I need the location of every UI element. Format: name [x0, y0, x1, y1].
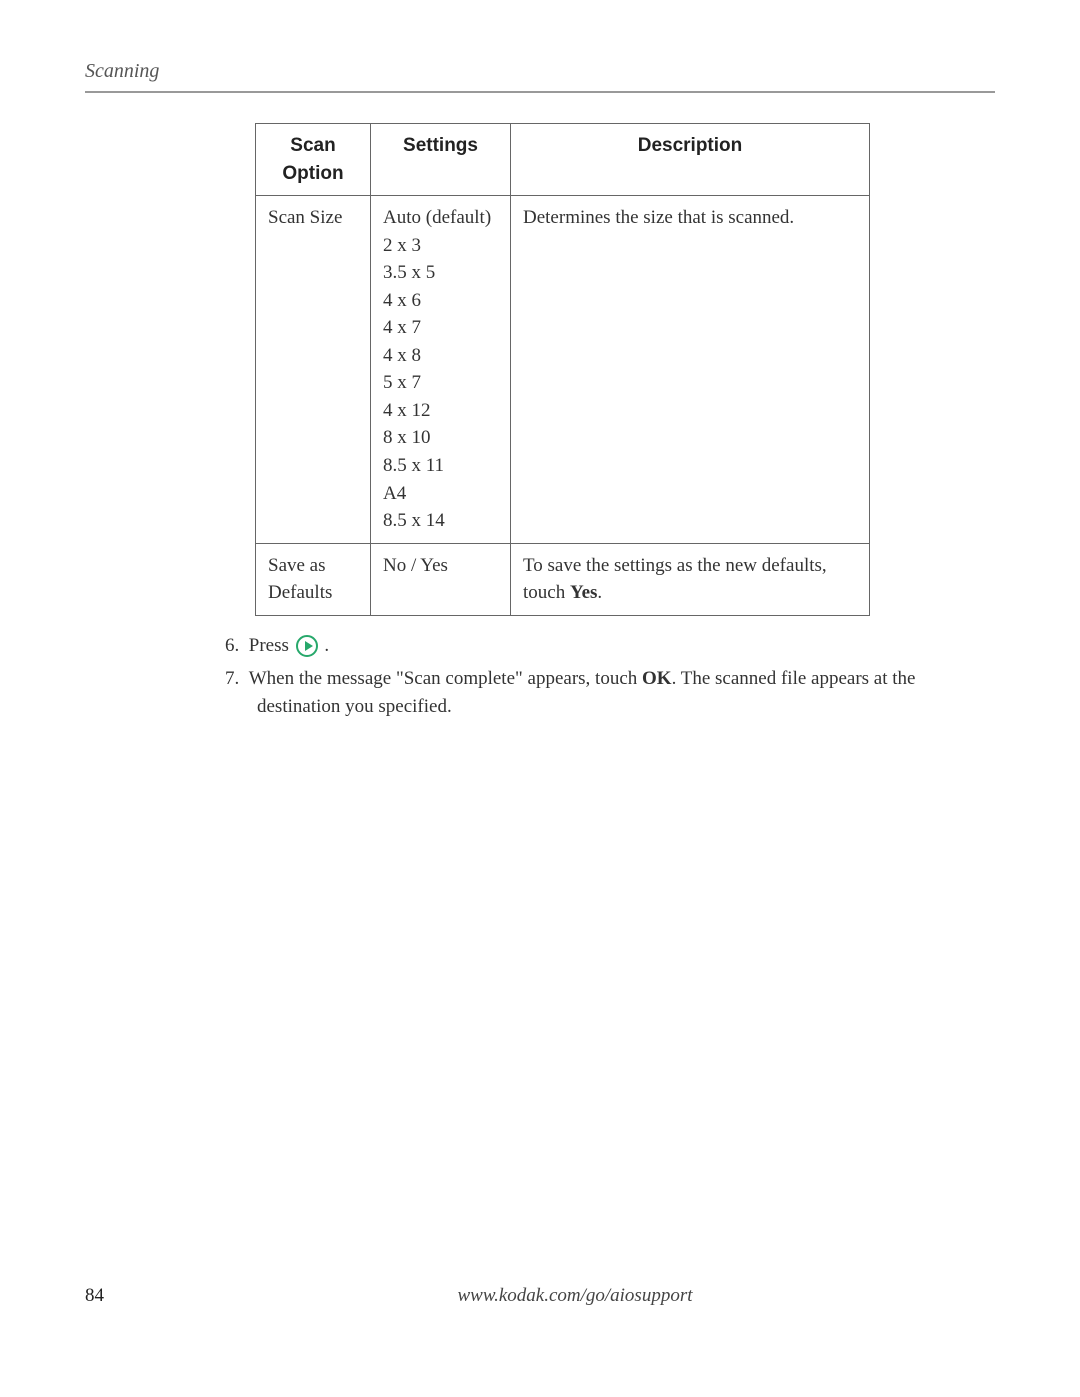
cell-option: Save as Defaults: [256, 543, 371, 615]
scan-options-table: Scan Option Settings Description Scan Si…: [255, 123, 870, 616]
setting-value: A4: [383, 480, 498, 508]
step-text: Press: [249, 635, 294, 656]
cell-settings: Auto (default) 2 x 3 3.5 x 5 4 x 6 4 x 7…: [371, 196, 511, 544]
page-number: 84: [85, 1285, 155, 1307]
setting-value: 3.5 x 5: [383, 259, 498, 287]
step-6: 6. Press .: [225, 632, 995, 660]
cell-description: Determines the size that is scanned.: [511, 196, 870, 544]
th-scan-option: Scan Option: [256, 124, 371, 196]
step-number: 7.: [225, 668, 239, 689]
setting-value: Auto (default): [383, 204, 498, 232]
page-footer: 84 www.kodak.com/go/aiosupport: [0, 1285, 1080, 1307]
step-text: .: [320, 635, 330, 656]
setting-value: 4 x 7: [383, 314, 498, 342]
desc-bold: Yes: [570, 582, 597, 603]
cell-option: Scan Size: [256, 196, 371, 544]
setting-value: 2 x 3: [383, 232, 498, 260]
setting-value: 8.5 x 14: [383, 507, 498, 535]
setting-value: 4 x 8: [383, 342, 498, 370]
setting-value: 8 x 10: [383, 424, 498, 452]
cell-settings: No / Yes: [371, 543, 511, 615]
setting-value: 4 x 12: [383, 397, 498, 425]
th-settings: Settings: [371, 124, 511, 196]
play-button-icon: [296, 635, 318, 657]
step-bold: OK: [642, 668, 672, 689]
step-text: When the message "Scan complete" appears…: [249, 668, 642, 689]
section-title: Scanning: [85, 60, 995, 93]
step-number: 6.: [225, 635, 239, 656]
setting-value: No / Yes: [383, 552, 498, 580]
cell-description: To save the settings as the new defaults…: [511, 543, 870, 615]
table-row: Save as Defaults No / Yes To save the se…: [256, 543, 870, 615]
th-description: Description: [511, 124, 870, 196]
setting-value: 4 x 6: [383, 287, 498, 315]
desc-text: To save the settings as the new defaults…: [523, 555, 827, 604]
desc-text: .: [597, 582, 602, 603]
setting-value: 8.5 x 11: [383, 452, 498, 480]
footer-url: www.kodak.com/go/aiosupport: [155, 1285, 995, 1307]
setting-value: 5 x 7: [383, 369, 498, 397]
step-7: 7. When the message "Scan complete" appe…: [225, 665, 995, 720]
instruction-steps: 6. Press . 7. When the message "Scan com…: [225, 632, 995, 721]
table-row: Scan Size Auto (default) 2 x 3 3.5 x 5 4…: [256, 196, 870, 544]
